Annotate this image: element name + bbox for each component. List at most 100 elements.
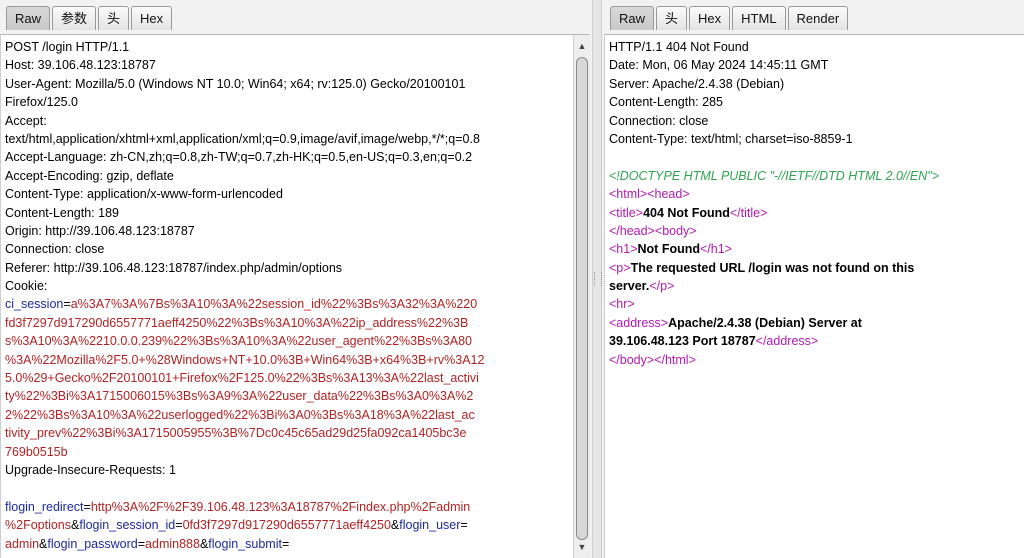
- request-line: Upgrade-Insecure-Requests: 1: [5, 462, 176, 477]
- html-text: Not Found: [637, 242, 700, 257]
- cookie-value-line: s%3A10%3A%2210.0.0.239%22%3Bs%3A10%3A%22…: [5, 334, 472, 349]
- html-line: 39.106.48.123 Port 18787</address>: [609, 332, 1004, 350]
- html-line: <title>404 Not Found</title>: [609, 204, 1004, 222]
- param-eq: =: [137, 536, 146, 551]
- request-line: Firefox/125.0: [5, 95, 78, 110]
- request-editor[interactable]: POST /login HTTP/1.1 Host: 39.106.48.123…: [0, 34, 590, 558]
- html-tag: <body>: [654, 223, 697, 238]
- response-header-line: Server: Apache/2.4.38 (Debian): [609, 76, 785, 91]
- cookie-eq: =: [63, 297, 71, 312]
- response-tab-render[interactable]: Render: [787, 6, 849, 30]
- param-eq: =: [281, 536, 290, 551]
- cookie-value-line: 5.0%29+Gecko%2F20100101+Firefox%2F125.0%…: [5, 371, 479, 386]
- html-text: server.: [609, 279, 650, 294]
- cookie-value-line: ty%22%3Bi%3A1715006015%3Bs%3A9%3A%22user…: [5, 389, 474, 404]
- response-pane: Raw 头 Hex HTML Render HTTP/1.1 404 Not F…: [604, 0, 1024, 558]
- cookie-value-line: tivity_prev%22%3Bi%3A1715005955%3B%7Dc0c…: [5, 426, 467, 441]
- body-line: %2Foptions&flogin_session_id=0fd3f7297d9…: [5, 516, 570, 534]
- split-divider[interactable]: [592, 0, 602, 558]
- param-key: flogin_password: [47, 536, 138, 551]
- html-text: The requested URL /login was not found o…: [630, 260, 915, 275]
- request-line: Content-Type: application/x-www-form-url…: [5, 187, 283, 202]
- html-line: </head><body>: [609, 222, 1004, 240]
- response-header-line: Content-Type: text/html; charset=iso-885…: [609, 131, 853, 146]
- html-tag: </body>: [609, 352, 655, 367]
- html-line: </body></html>: [609, 351, 1004, 369]
- request-line: Host: 39.106.48.123:18787: [5, 58, 156, 73]
- cookie-value-line: fd3f7297d917290d6557771aeff4250%22%3Bs%3…: [5, 315, 469, 330]
- body-line: admin&flogin_password=admin888&flogin_su…: [5, 535, 570, 553]
- html-tag: <head>: [647, 187, 690, 202]
- html-line: <address>Apache/2.4.38 (Debian) Server a…: [609, 314, 1004, 332]
- request-tab-hex[interactable]: Hex: [131, 6, 173, 30]
- html-tag: </head>: [609, 223, 655, 238]
- html-tag: </p>: [649, 279, 675, 294]
- param-sep: &: [390, 518, 400, 533]
- param-value: 0fd3f7297d917290d6557771aeff4250: [182, 518, 391, 533]
- param-value: admin888: [145, 536, 200, 551]
- request-line: Content-Length: 189: [5, 205, 119, 220]
- response-tab-hex[interactable]: Hex: [689, 6, 731, 30]
- param-value: http%3A%2F%2F39.106.48.123%3A18787%2Find…: [90, 499, 471, 514]
- response-tab-html[interactable]: HTML: [732, 6, 786, 30]
- request-scrollbar[interactable]: ▲ ▼: [573, 35, 590, 558]
- cookie-value-line: %3A%22Mozilla%2F5.0+%28Windows+NT+10.0%3…: [5, 352, 485, 367]
- cookie-value-line: 769b0515b: [5, 444, 68, 459]
- request-tabbar: Raw 参数 头 Hex: [6, 6, 173, 32]
- request-line: Cookie:: [5, 279, 48, 294]
- scroll-up-arrow-icon[interactable]: ▲: [574, 39, 590, 53]
- html-line: <html><head>: [609, 185, 1004, 203]
- html-tag: <address>: [609, 315, 669, 330]
- html-line: <h1>Not Found</h1>: [609, 240, 1004, 258]
- request-line: Referer: http://39.106.48.123:18787/inde…: [5, 260, 343, 275]
- html-line: <p>The requested URL /login was not foun…: [609, 259, 1004, 277]
- response-tab-raw[interactable]: Raw: [610, 6, 655, 30]
- scroll-down-arrow-icon[interactable]: ▼: [574, 540, 590, 554]
- response-editor[interactable]: HTTP/1.1 404 Not Found Date: Mon, 06 May…: [604, 34, 1024, 558]
- html-text: 404 Not Found: [643, 205, 730, 220]
- response-header-line: Date: Mon, 06 May 2024 14:45:11 GMT: [609, 58, 829, 73]
- response-tabbar: Raw 头 Hex HTML Render: [610, 6, 849, 32]
- cookie-value: a%3A7%3A%7Bs%3A10%3A%22session_id%22%3Bs…: [70, 297, 478, 312]
- html-tag: <title>: [609, 205, 644, 220]
- html-line: <hr>: [609, 295, 1004, 313]
- request-line: Accept-Language: zh-CN,zh;q=0.8,zh-TW;q=…: [5, 150, 473, 165]
- response-text: HTTP/1.1 404 Not Found Date: Mon, 06 May…: [609, 38, 1004, 369]
- request-line: POST /login HTTP/1.1: [5, 40, 130, 54]
- html-tag: </html>: [654, 352, 696, 367]
- request-text: POST /login HTTP/1.1 Host: 39.106.48.123…: [5, 38, 570, 553]
- html-tag: </title>: [729, 205, 768, 220]
- cookie-value-line: 2%22%3Bs%3A10%3A%22userlogged%22%3Bi%3A0…: [5, 407, 475, 422]
- param-eq: =: [175, 518, 183, 533]
- request-line: User-Agent: Mozilla/5.0 (Windows NT 10.0…: [5, 76, 466, 91]
- param-eq: =: [460, 518, 468, 533]
- split-grip-icon[interactable]: [594, 272, 602, 286]
- response-header-line: Connection: close: [609, 113, 709, 128]
- response-header-line: HTTP/1.1 404 Not Found: [609, 40, 749, 54]
- request-line: text/html,application/xhtml+xml,applicat…: [5, 131, 480, 146]
- param-key: flogin_session_id: [79, 518, 176, 533]
- param-key: flogin_submit: [208, 536, 282, 551]
- request-tab-raw[interactable]: Raw: [6, 6, 51, 30]
- request-line: Accept-Encoding: gzip, deflate: [5, 168, 174, 183]
- request-tab-params[interactable]: 参数: [52, 6, 97, 30]
- html-tag: <h1>: [609, 242, 638, 257]
- html-tag: </h1>: [700, 242, 732, 257]
- param-key: flogin_user: [399, 518, 461, 533]
- html-tag: <hr>: [609, 297, 635, 312]
- request-line: Connection: close: [5, 242, 105, 257]
- request-line: Origin: http://39.106.48.123:18787: [5, 223, 195, 238]
- html-line: server.</p>: [609, 277, 1004, 295]
- request-scroll-thumb[interactable]: [576, 57, 588, 540]
- html-tag: <html>: [609, 187, 648, 202]
- html-text: 39.106.48.123 Port 18787: [609, 334, 756, 349]
- request-pane: Raw 参数 头 Hex POST /login HTTP/1.1 Host: …: [0, 0, 590, 558]
- response-header-line: Content-Length: 285: [609, 95, 723, 110]
- html-tag: </address>: [755, 334, 819, 349]
- cookie-name: ci_session: [5, 297, 64, 312]
- param-key: flogin_redirect: [5, 499, 84, 514]
- request-tab-headers[interactable]: 头: [98, 6, 130, 30]
- response-tab-headers[interactable]: 头: [656, 6, 688, 30]
